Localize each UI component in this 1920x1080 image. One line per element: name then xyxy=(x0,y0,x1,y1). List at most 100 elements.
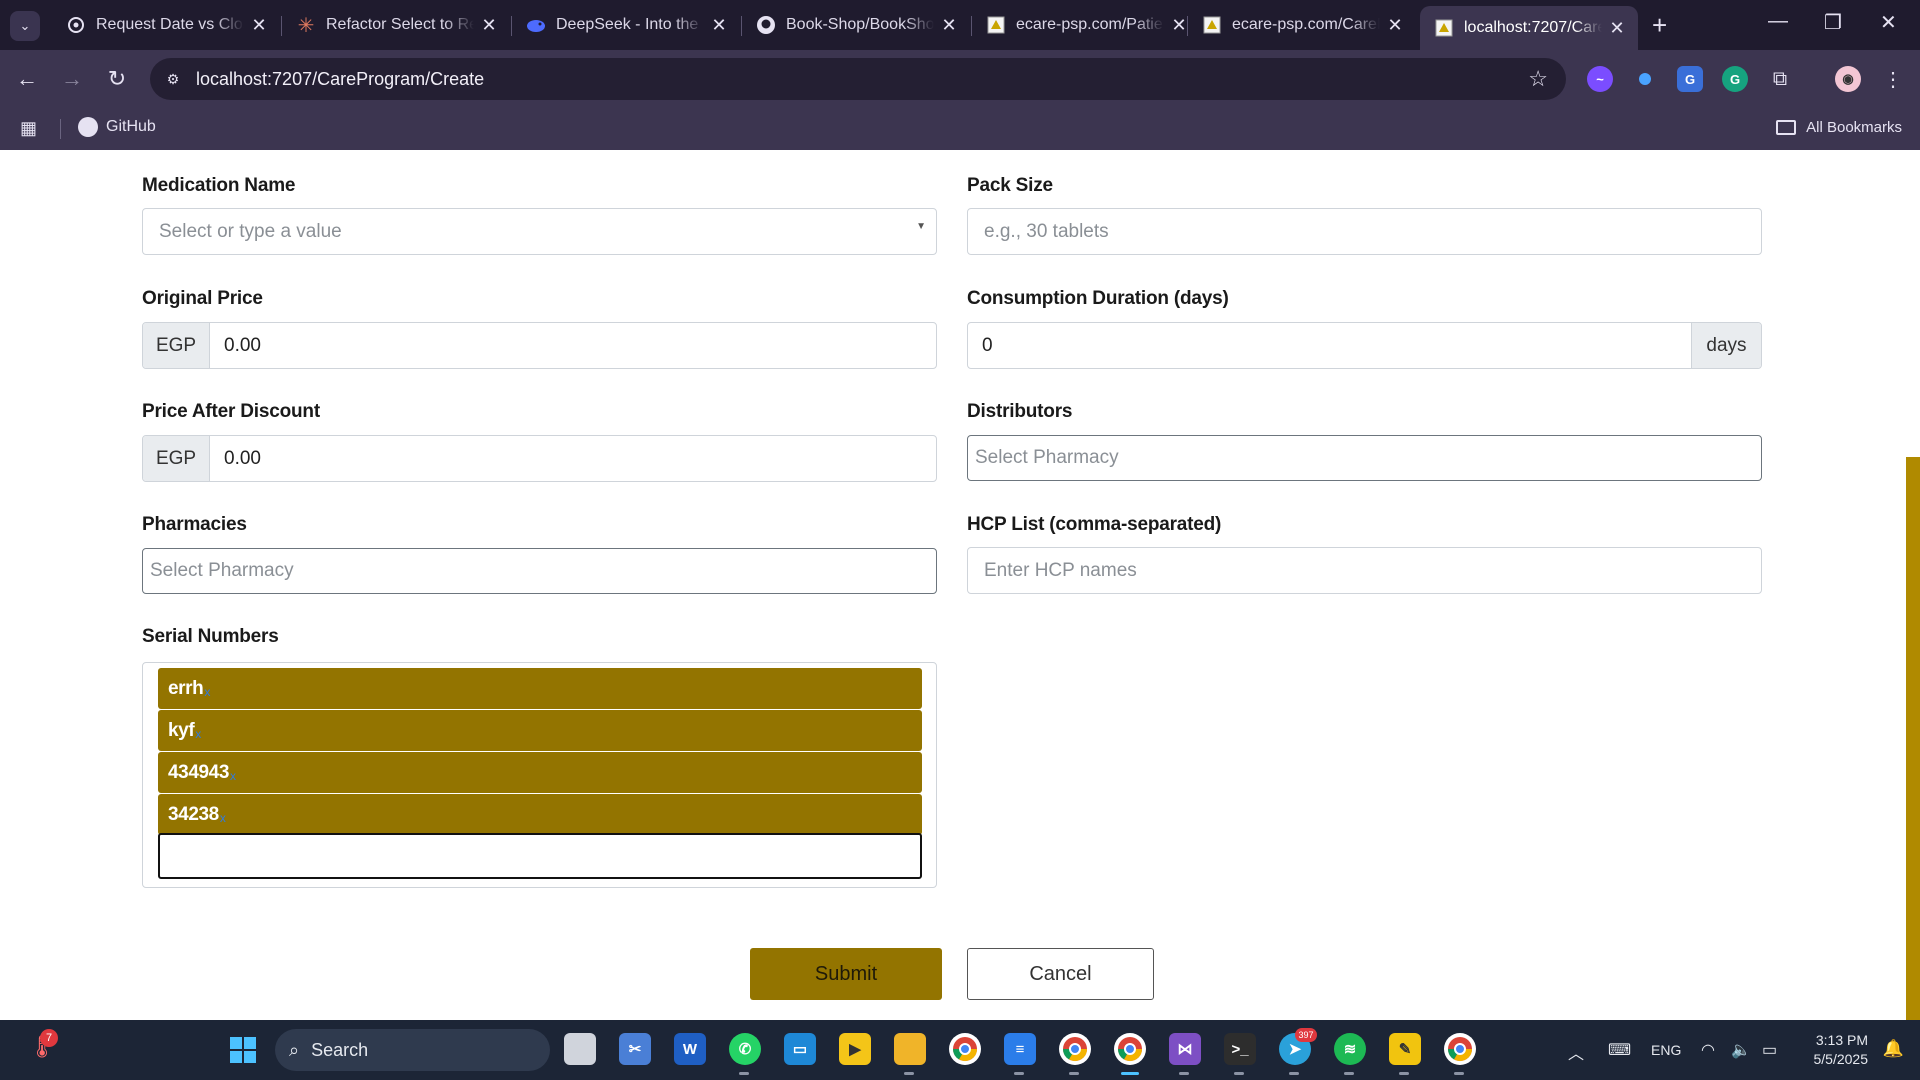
running-indicator xyxy=(739,1072,749,1075)
url-text: localhost:7207/CareProgram/Create xyxy=(196,69,485,89)
site-info-icon[interactable]: ⚙ xyxy=(162,68,184,90)
serial-number-input[interactable] xyxy=(158,833,922,879)
pack-size-input[interactable]: e.g., 30 tablets xyxy=(967,208,1762,255)
close-icon[interactable]: ✕ xyxy=(480,15,498,36)
close-window-button[interactable]: ✕ xyxy=(1880,10,1897,35)
bookmark-star-icon[interactable]: ☆ xyxy=(1528,66,1548,92)
pharmacies-select[interactable]: Select Pharmacy xyxy=(142,548,937,594)
back-button[interactable]: ← xyxy=(12,64,42,94)
bookmark-github[interactable]: GitHub xyxy=(78,117,156,137)
paint-icon[interactable]: ✎ xyxy=(1389,1033,1421,1065)
days-addon: days xyxy=(1691,323,1761,368)
close-icon[interactable]: ✕ xyxy=(1170,15,1188,36)
serial-tag: 434943 x xyxy=(158,752,922,793)
taskbar: 🌡 7 ⌕ Search ✂ W ✆ ▭ ▶ ≡ ⋈ >_ ➤ 397 ≋ ✎ … xyxy=(0,1020,1920,1080)
tab[interactable]: Book-Shop/BookSho ✕ xyxy=(742,7,970,43)
google-translate-icon[interactable]: G xyxy=(1677,66,1703,92)
apps-grid-icon[interactable]: ▦ xyxy=(20,118,37,139)
chrome-alt-icon[interactable] xyxy=(1444,1033,1476,1065)
close-icon[interactable]: ✕ xyxy=(1608,18,1626,39)
weather-badge: 7 xyxy=(40,1029,58,1047)
battery-icon[interactable]: ▭ xyxy=(1762,1040,1777,1060)
keyboard-icon[interactable]: ⌨ xyxy=(1608,1040,1631,1060)
serial-tag-text: 434943 xyxy=(168,761,230,783)
tab[interactable]: DeepSeek - Into the U ✕ xyxy=(512,7,740,43)
submit-button[interactable]: Submit xyxy=(750,948,942,1000)
volume-icon[interactable]: 🔈 xyxy=(1731,1040,1751,1060)
tab[interactable]: ecare-psp.com/CareP ✕ xyxy=(1188,7,1416,43)
scrollbar-thumb[interactable] xyxy=(1906,457,1920,1020)
clock-time: 3:13 PM xyxy=(1815,1032,1868,1048)
tab-title: Request Date vs Clos xyxy=(96,16,244,33)
hcp-list-label: HCP List (comma-separated) xyxy=(967,514,1222,535)
address-bar[interactable]: ⚙ localhost:7207/CareProgram/Create ☆ xyxy=(150,58,1566,100)
currency-addon: EGP xyxy=(143,436,210,481)
new-tab-button[interactable]: + xyxy=(1652,12,1667,38)
close-icon[interactable]: ✕ xyxy=(1386,15,1404,36)
reload-button[interactable]: ↻ xyxy=(102,64,132,94)
word-icon[interactable]: W xyxy=(674,1033,706,1065)
telegram-unread-badge: 397 xyxy=(1295,1028,1317,1042)
remove-tag-icon[interactable]: x xyxy=(230,769,236,783)
close-icon: ✕ xyxy=(1880,12,1897,34)
running-indicator xyxy=(1454,1072,1464,1075)
chrome-active-icon[interactable] xyxy=(1114,1033,1146,1065)
price-after-discount-input[interactable]: 0.00 xyxy=(210,436,936,481)
arrow-left-icon: ← xyxy=(16,66,38,91)
extension-messenger-icon[interactable]: ~ xyxy=(1587,66,1613,92)
tab[interactable]: ✳ Refactor Select to Re ✕ xyxy=(282,7,510,43)
minimize-button[interactable]: — xyxy=(1768,10,1788,33)
notification-bell-icon[interactable]: 🔔 xyxy=(1883,1039,1904,1059)
bookmarks-separator xyxy=(60,119,61,139)
taskbar-search[interactable]: ⌕ Search xyxy=(275,1029,550,1071)
running-indicator xyxy=(1069,1072,1079,1075)
tab-title: DeepSeek - Into the U xyxy=(556,16,704,33)
grammarly-icon[interactable]: G xyxy=(1722,66,1748,92)
terminal-icon[interactable]: >_ xyxy=(1224,1033,1256,1065)
profile-avatar[interactable]: ◉ xyxy=(1835,66,1861,92)
spotify-icon[interactable]: ≋ xyxy=(1334,1033,1366,1065)
plus-icon: + xyxy=(1652,10,1668,40)
language-indicator[interactable]: ENG xyxy=(1651,1042,1681,1058)
original-price-input[interactable]: 0.00 xyxy=(210,323,936,368)
consumption-duration-input[interactable]: 0 xyxy=(968,323,1691,368)
chevron-up-icon[interactable]: ︿ xyxy=(1568,1040,1584,1064)
hcp-list-input[interactable]: Enter HCP names xyxy=(967,547,1762,594)
remote-desktop-icon[interactable]: ▭ xyxy=(784,1033,816,1065)
chrome-profile-icon[interactable] xyxy=(1059,1033,1091,1065)
whatsapp-icon[interactable]: ✆ xyxy=(729,1033,761,1065)
extensions-puzzle-icon[interactable]: ⧉ xyxy=(1767,66,1793,92)
file-explorer-icon[interactable] xyxy=(894,1033,926,1065)
remove-tag-icon[interactable]: x xyxy=(220,811,226,825)
media-player-icon[interactable]: ▶ xyxy=(839,1033,871,1065)
remove-tag-icon[interactable]: x xyxy=(204,685,210,699)
more-menu-icon[interactable]: ⋮ xyxy=(1880,66,1906,92)
minimize-icon: — xyxy=(1768,10,1788,32)
remove-tag-icon[interactable]: x xyxy=(195,727,201,741)
snipping-tool-icon[interactable]: ✂ xyxy=(619,1033,651,1065)
tab-search-button[interactable]: ⌄ xyxy=(10,11,40,41)
cancel-button[interactable]: Cancel xyxy=(967,948,1154,1000)
close-icon[interactable]: ✕ xyxy=(940,15,958,36)
pharmacies-placeholder: Select Pharmacy xyxy=(150,560,294,581)
tab-title: ecare-psp.com/Patie xyxy=(1016,16,1163,33)
tab-active[interactable]: localhost:7207/CareP ✕ xyxy=(1420,6,1638,50)
extension-dot-icon[interactable] xyxy=(1632,66,1658,92)
tab[interactable]: ecare-psp.com/Patie ✕ xyxy=(972,7,1200,43)
wifi-icon[interactable]: ◠ xyxy=(1701,1040,1715,1060)
tab[interactable]: Request Date vs Clos ✕ xyxy=(52,7,280,43)
medication-name-select[interactable]: Select or type a value ▼ xyxy=(142,208,937,255)
restore-button[interactable]: ❐ xyxy=(1824,10,1842,35)
consumption-duration-group: 0 days xyxy=(967,322,1762,369)
system-clock[interactable]: 3:13 PM 5/5/2025 xyxy=(1814,1031,1869,1069)
visual-studio-icon[interactable]: ⋈ xyxy=(1169,1033,1201,1065)
task-view-icon[interactable] xyxy=(564,1033,596,1065)
all-bookmarks-button[interactable]: All Bookmarks xyxy=(1776,119,1902,136)
close-icon[interactable]: ✕ xyxy=(250,15,268,36)
distributors-select[interactable]: Select Pharmacy xyxy=(967,435,1762,481)
notepad-icon[interactable]: ≡ xyxy=(1004,1033,1036,1065)
chrome-icon[interactable] xyxy=(949,1033,981,1065)
forward-button[interactable]: → xyxy=(57,64,87,94)
windows-start-icon[interactable] xyxy=(230,1037,256,1063)
close-icon[interactable]: ✕ xyxy=(710,15,728,36)
